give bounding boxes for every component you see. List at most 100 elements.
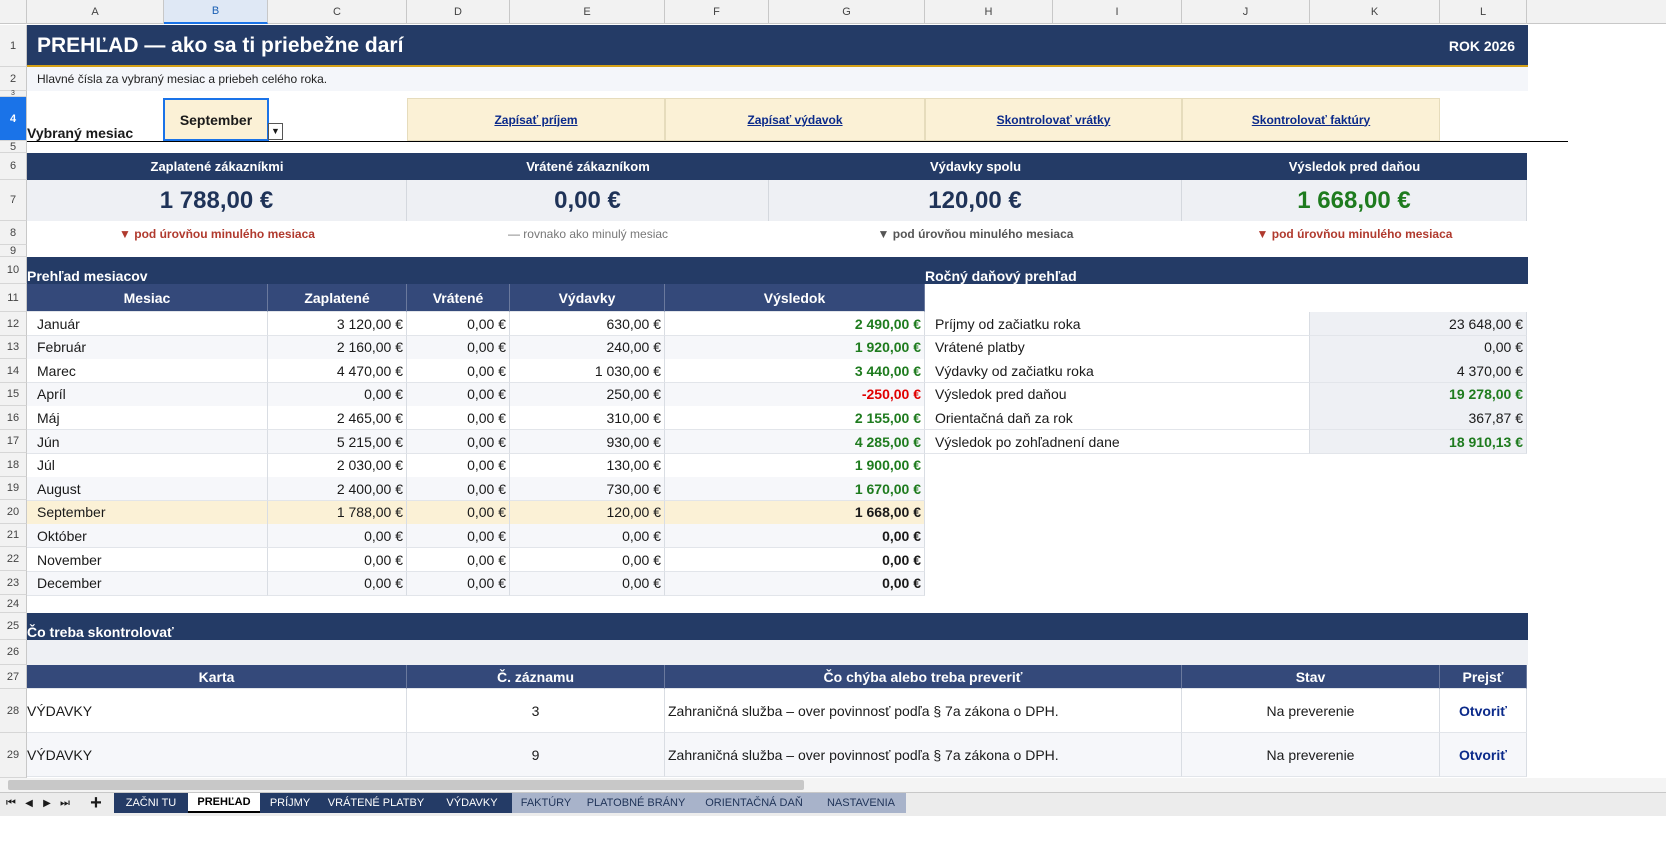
table-cell: 2 465,00 € [268, 406, 407, 431]
column-header-c[interactable]: C [268, 0, 407, 24]
table-cell: 0,00 € [407, 453, 510, 478]
month-name: Jún [27, 430, 268, 454]
row-header-1[interactable]: 1 [0, 25, 27, 67]
table-cell: 0,00 € [665, 524, 925, 549]
table-cell: 0,00 € [407, 500, 510, 525]
first-sheet-icon[interactable]: ⏮ [4, 795, 18, 811]
table-cell: 0,00 € [407, 335, 510, 360]
action-link-4[interactable]: Skontrolovať faktúry [1252, 113, 1370, 127]
horizontal-scrollbar[interactable] [0, 778, 1666, 792]
prev-sheet-icon[interactable]: ◀ [22, 795, 36, 811]
row-header-12[interactable]: 12 [0, 312, 27, 336]
month-selector-label: Vybraný mesiac [27, 125, 134, 141]
sheet-tab-5[interactable]: VÝDAVKY [432, 793, 512, 813]
dropdown-arrow-button[interactable]: ▼ [268, 123, 283, 140]
action-button-2[interactable]: Zapísať výdavok [665, 98, 925, 141]
table-cell: Na preverenie [1182, 733, 1440, 777]
action-button-3[interactable]: Skontrolovať vrátky [925, 98, 1182, 141]
action-button-4[interactable]: Skontrolovať faktúry [1182, 98, 1440, 141]
column-header-a[interactable]: A [27, 0, 164, 24]
column-header-i[interactable]: I [1053, 0, 1182, 24]
action-link-3[interactable]: Skontrolovať vrátky [997, 113, 1111, 127]
sheet-tab-1[interactable]: ZAČNI TU [114, 793, 188, 813]
row-header-10[interactable]: 10 [0, 257, 27, 284]
column-header-f[interactable]: F [665, 0, 769, 24]
annual-value: 19 278,00 € [1310, 382, 1527, 407]
kpi-label-1: Zaplatené zákazníkmi [150, 159, 284, 174]
row-header-6[interactable]: 6 [0, 153, 27, 180]
table-cell: 0,00 € [510, 548, 665, 572]
next-sheet-icon[interactable]: ▶ [40, 795, 54, 811]
add-sheet-icon[interactable]: + [86, 792, 106, 814]
annual-label: Výsledok pred daňou [925, 382, 1310, 407]
row-header-4[interactable]: 4 [0, 97, 27, 141]
row-header-21[interactable]: 21 [0, 524, 27, 547]
action-link-2[interactable]: Zapísať výdavok [747, 113, 842, 127]
sheet-tab-2[interactable]: PREHĽAD [188, 793, 260, 813]
open-link[interactable]: Otvoriť [1440, 733, 1527, 777]
row-header-18[interactable]: 18 [0, 453, 27, 477]
sheet-tab-4[interactable]: VRÁTENÉ PLATBY [320, 793, 432, 813]
row-header-29[interactable]: 29 [0, 733, 27, 778]
last-sheet-icon[interactable]: ⏭ [58, 795, 72, 811]
checks-spacer-band [27, 640, 1528, 665]
table-cell: 730,00 € [510, 477, 665, 502]
year-label: ROK 2026 [1448, 38, 1515, 54]
row-header-15[interactable]: 15 [0, 383, 27, 406]
month-name: September [27, 500, 268, 525]
row-header-8[interactable]: 8 [0, 221, 27, 245]
column-header-d[interactable]: D [407, 0, 510, 24]
action-link-1[interactable]: Zapísať príjem [494, 113, 577, 127]
row-header-17[interactable]: 17 [0, 430, 27, 453]
row-header-19[interactable]: 19 [0, 477, 27, 500]
row-header-20[interactable]: 20 [0, 500, 27, 524]
column-header-j[interactable]: J [1182, 0, 1310, 24]
row-header-2[interactable]: 2 [0, 67, 27, 91]
table-cell: 0,00 € [510, 524, 665, 549]
corner-cell[interactable] [0, 0, 27, 24]
month-selector-value: September [179, 111, 253, 128]
kpi-note-4: ▼ pod úrovňou minulého mesiaca [1256, 227, 1453, 241]
row-header-16[interactable]: 16 [0, 406, 27, 430]
row-header-23[interactable]: 23 [0, 571, 27, 595]
row-header-24[interactable]: 24 [0, 595, 27, 613]
table-cell: 1 920,00 € [665, 335, 925, 360]
row-header-26[interactable]: 26 [0, 640, 27, 665]
action-button-1[interactable]: Zapísať príjem [407, 98, 665, 141]
sheet-tab-7[interactable]: PLATOBNÉ BRÁNY [580, 793, 692, 813]
row-header-14[interactable]: 14 [0, 359, 27, 383]
month-name: Apríl [27, 382, 268, 407]
checks-header-4: Stav [1182, 665, 1440, 689]
annual-value: 23 648,00 € [1310, 312, 1527, 336]
column-header-k[interactable]: K [1310, 0, 1440, 24]
scrollbar-thumb[interactable] [8, 780, 804, 790]
column-header-g[interactable]: G [769, 0, 925, 24]
sheet-tab-9[interactable]: NASTAVENIA [816, 793, 906, 813]
row-header-28[interactable]: 28 [0, 689, 27, 733]
row-header-7[interactable]: 7 [0, 180, 27, 221]
row-header-22[interactable]: 22 [0, 547, 27, 571]
table-cell: 310,00 € [510, 406, 665, 431]
table-cell: 0,00 € [407, 430, 510, 454]
row-header-5[interactable]: 5 [0, 141, 27, 153]
row-header-25[interactable]: 25 [0, 613, 27, 640]
month-selector[interactable]: September [163, 98, 269, 141]
row-header-27[interactable]: 27 [0, 665, 27, 689]
row-header-9[interactable]: 9 [0, 245, 27, 257]
month-name: Marec [27, 359, 268, 384]
column-header-b[interactable]: B [164, 0, 268, 24]
checks-header-2: Č. záznamu [407, 665, 665, 689]
column-header-e[interactable]: E [510, 0, 665, 24]
row-header-11[interactable]: 11 [0, 284, 27, 312]
table-cell: 0,00 € [510, 571, 665, 596]
row-header-13[interactable]: 13 [0, 336, 27, 359]
column-header-l[interactable]: L [1440, 0, 1527, 24]
open-link[interactable]: Otvoriť [1440, 689, 1527, 733]
sheet-tab-6[interactable]: FAKTÚRY [512, 793, 580, 813]
table-cell: 0,00 € [268, 571, 407, 596]
checks-header-band [27, 613, 1528, 640]
annual-label: Príjmy od začiatku roka [925, 312, 1310, 336]
sheet-tab-8[interactable]: ORIENTAČNÁ DAŇ [692, 793, 816, 813]
column-header-h[interactable]: H [925, 0, 1053, 24]
sheet-tab-3[interactable]: PRÍJMY [260, 793, 320, 813]
